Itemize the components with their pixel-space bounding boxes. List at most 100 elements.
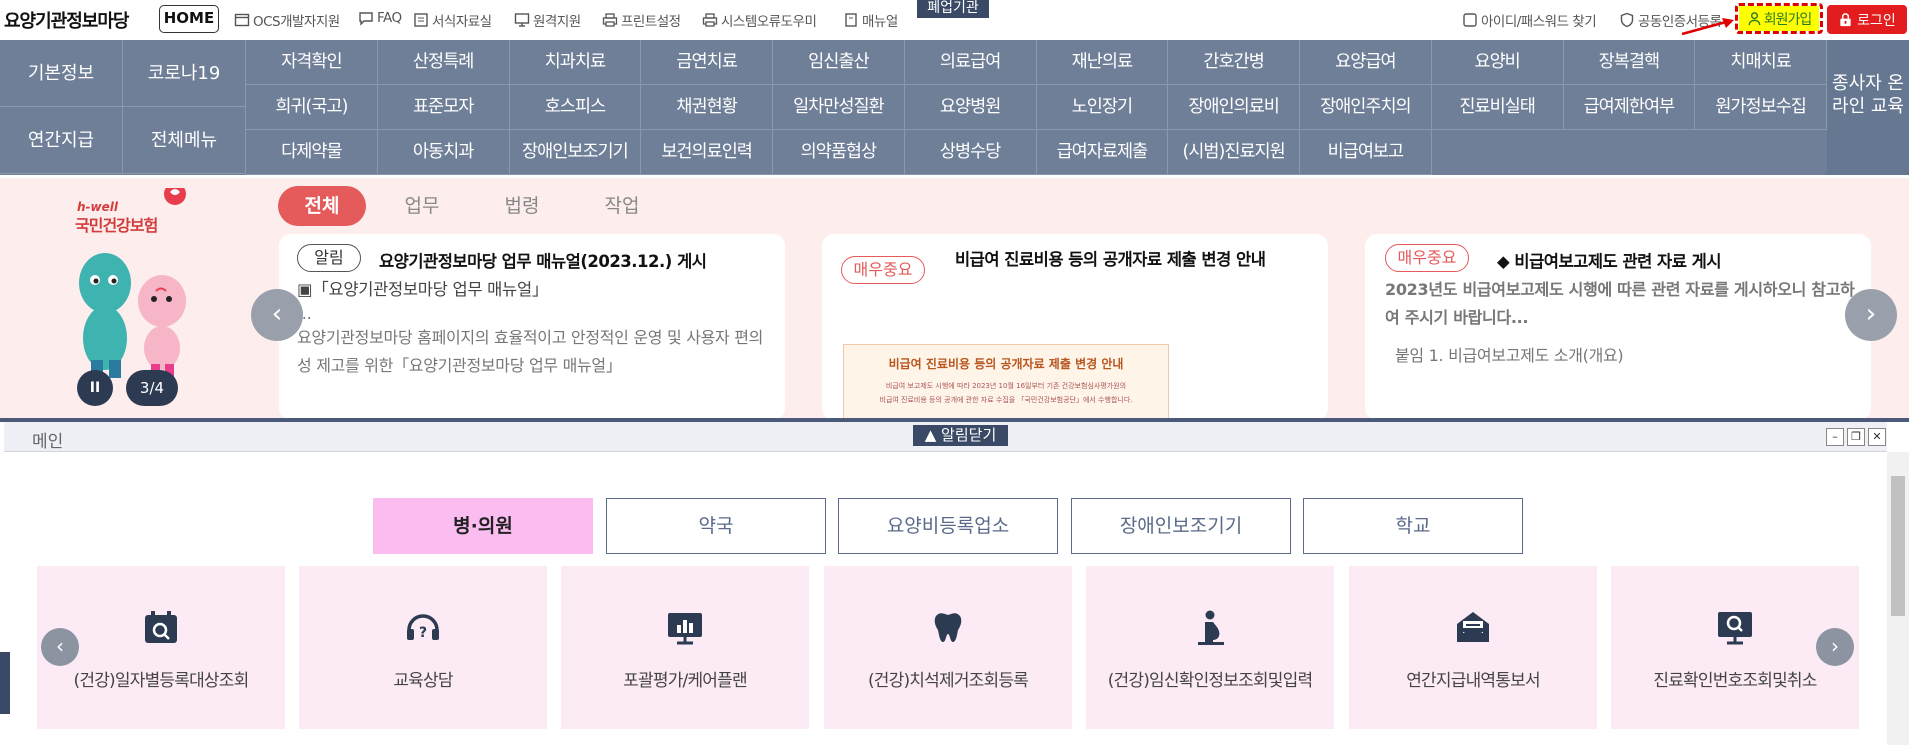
nav-item[interactable]: 표준모자 bbox=[377, 85, 510, 130]
find-id-password-link[interactable]: 아이디/패스워드 찾기 bbox=[1462, 10, 1597, 30]
site-title[interactable]: 요양기관정보마당 bbox=[4, 7, 129, 33]
home-button[interactable]: HOME bbox=[159, 5, 219, 33]
notice-tab-work[interactable]: 업무 bbox=[382, 186, 462, 226]
notice-next-button[interactable]: › bbox=[1845, 289, 1897, 341]
nav-item[interactable]: 장애인의료비 bbox=[1168, 85, 1300, 130]
forms-link[interactable]: 서식자료실 bbox=[413, 10, 492, 30]
top-bar: 요양기관정보마당 HOME OCS개발자지원 FAQ 서식자료실 원격지원 프린… bbox=[0, 0, 1909, 38]
print-settings-link[interactable]: 프린트설정 bbox=[602, 10, 681, 30]
manual-link[interactable]: 매뉴얼 bbox=[843, 10, 898, 30]
notice-prev-button[interactable]: ‹ bbox=[251, 289, 303, 341]
nav-staff-online-education[interactable]: 종사자 온라인 교육 bbox=[1827, 40, 1909, 175]
category-tab-care-registration[interactable]: 요양비등록업소 bbox=[838, 498, 1058, 554]
nav-item[interactable]: 재난의료 bbox=[1036, 40, 1169, 85]
nav-item[interactable]: 간호간병 bbox=[1168, 40, 1300, 85]
nav-item[interactable]: 채권현황 bbox=[641, 85, 773, 130]
mascot-illustration bbox=[79, 188, 186, 380]
faq-link[interactable]: FAQ bbox=[358, 10, 402, 26]
nav-item[interactable]: 금연치료 bbox=[641, 40, 773, 85]
lock-icon bbox=[1840, 13, 1851, 27]
category-tab-assistive-device[interactable]: 장애인보조기기 bbox=[1071, 498, 1291, 554]
nav-item[interactable]: 임신출산 bbox=[773, 40, 905, 85]
remote-support-link[interactable]: 원격지원 bbox=[514, 10, 581, 30]
nav-item[interactable]: 일차만성질환 bbox=[773, 85, 905, 130]
signup-label: 회원가입 bbox=[1763, 11, 1813, 28]
nav-item[interactable]: 의료급여 bbox=[904, 40, 1037, 85]
remote-support-label: 원격지원 bbox=[533, 14, 581, 30]
nav-covid19[interactable]: 코로나19 bbox=[123, 40, 246, 107]
scrollbar-thumb[interactable] bbox=[1891, 476, 1905, 616]
close-notice-button[interactable]: ▲ 알림닫기 bbox=[913, 425, 1008, 446]
nav-item[interactable]: 의약품협상 bbox=[773, 130, 905, 175]
nav-basic-info[interactable]: 기본정보 bbox=[0, 40, 123, 107]
nav-item[interactable]: 치매치료 bbox=[1695, 40, 1827, 85]
notice-tab-task[interactable]: 작업 bbox=[582, 186, 662, 226]
category-tab-pharmacy[interactable]: 약국 bbox=[606, 498, 826, 554]
minimize-icon[interactable]: – bbox=[1826, 428, 1844, 446]
service-card[interactable]: (건강)임신확인정보조회및입력 bbox=[1086, 566, 1334, 729]
checkbox-icon bbox=[1463, 13, 1477, 27]
nav-item[interactable]: 장애인주치의 bbox=[1300, 85, 1432, 130]
person-icon bbox=[1748, 12, 1761, 26]
nav-item[interactable]: 요양급여 bbox=[1300, 40, 1432, 85]
chat-bubble-icon bbox=[359, 12, 373, 26]
error-helper-link[interactable]: 시스템오류도우미 bbox=[702, 10, 817, 30]
nav-item[interactable]: 장복결핵 bbox=[1563, 40, 1696, 85]
nav-all-menu[interactable]: 전체메뉴 bbox=[123, 107, 246, 174]
nav-item[interactable]: 자격확인 bbox=[246, 40, 378, 85]
nav-item[interactable]: 급여제한여부 bbox=[1563, 85, 1696, 130]
restore-icon[interactable]: ❐ bbox=[1847, 428, 1865, 446]
notice-card-attachment: 붙임 1. 비급여보고제도 소개(개요) bbox=[1395, 346, 1624, 365]
nav-item[interactable]: 비급여보고 bbox=[1300, 130, 1432, 175]
notice-badge: 매우중요 bbox=[1385, 244, 1469, 272]
notice-tab-all[interactable]: 전체 bbox=[278, 186, 366, 226]
nav-item[interactable]: (시범)진료지원 bbox=[1168, 130, 1300, 175]
category-tab-clinic[interactable]: 병·의원 bbox=[373, 498, 593, 554]
nav-item[interactable]: 급여자료제출 bbox=[1036, 130, 1169, 175]
service-prev-button[interactable]: ‹ bbox=[41, 628, 79, 666]
notice-card[interactable]: 매우중요 ◆ 비급여보고제도 관련 자료 게시 2023년도 비급여보고제도 시… bbox=[1365, 234, 1871, 418]
service-next-button[interactable]: › bbox=[1816, 628, 1854, 666]
nav-item[interactable]: 희귀(국고) bbox=[246, 85, 378, 130]
side-panel-handle[interactable] bbox=[0, 652, 10, 714]
nav-item[interactable]: 호스피스 bbox=[509, 85, 642, 130]
svg-text:?: ? bbox=[419, 625, 427, 641]
nav-item[interactable]: 상병수당 bbox=[904, 130, 1037, 175]
thumbnail-text: 비급여 진료비용 등의 공개에 관한 자료 수집을 「국민건강보험공단」에서 수… bbox=[879, 396, 1133, 404]
nav-item[interactable]: 요양병원 bbox=[904, 85, 1037, 130]
nav-item[interactable]: 노인장기 bbox=[1036, 85, 1169, 130]
window-title: 메인 bbox=[32, 432, 64, 452]
page-indicator: 3/4 bbox=[126, 370, 178, 406]
notice-card[interactable]: 매우중요 비급여 진료비용 등의 공개자료 제출 변경 안내 비급여 진료비용 … bbox=[822, 234, 1328, 418]
closed-institution-badge[interactable]: 폐업기관 bbox=[917, 0, 989, 18]
nav-item[interactable]: 요양비 bbox=[1431, 40, 1564, 85]
service-card[interactable]: (건강)치석제거조회등록 bbox=[824, 566, 1072, 729]
nav-item[interactable]: 아동치과 bbox=[377, 130, 510, 175]
nav-item[interactable]: 보건의료인력 bbox=[641, 130, 773, 175]
vertical-scrollbar[interactable] bbox=[1887, 452, 1909, 745]
nav-item[interactable]: 원가정보수집 bbox=[1695, 85, 1827, 130]
service-label: (건강)일자별등록대상조회 bbox=[73, 671, 250, 691]
nav-annual-payment[interactable]: 연간지급 bbox=[0, 107, 123, 174]
nav-item[interactable]: 장애인보조기기 bbox=[509, 130, 642, 175]
login-button[interactable]: 로그인 bbox=[1827, 5, 1907, 34]
nav-item[interactable]: 진료비실태 bbox=[1431, 85, 1564, 130]
close-icon[interactable]: ✕ bbox=[1868, 428, 1886, 446]
headset-icon: ? bbox=[407, 614, 439, 641]
service-card[interactable]: ? 교육상담 bbox=[299, 566, 547, 729]
notice-card-title: ◆ 비급여보고제도 관련 자료 게시 bbox=[1497, 252, 1722, 271]
notice-tab-law[interactable]: 법령 bbox=[482, 186, 562, 226]
nav-item[interactable]: 다제약물 bbox=[246, 130, 378, 175]
nav-item[interactable]: 치과치료 bbox=[509, 40, 642, 85]
notice-card[interactable]: 알림 요양기관정보마당 업무 매뉴얼(2023.12.) 게시 ▣「요양기관정보… bbox=[279, 234, 785, 418]
category-tab-school[interactable]: 학교 bbox=[1303, 498, 1523, 554]
ocs-dev-link[interactable]: OCS개발자지원 bbox=[234, 10, 340, 30]
pause-button[interactable]: II bbox=[77, 370, 113, 406]
print-settings-label: 프린트설정 bbox=[621, 14, 681, 30]
nav-item[interactable]: 산정특례 bbox=[377, 40, 510, 85]
nav-staff-online-education-label: 종사자 온라인 교육 bbox=[1832, 73, 1904, 117]
service-card[interactable]: 연간지급내역통보서 bbox=[1349, 566, 1597, 729]
signup-button[interactable]: 회원가입 bbox=[1739, 6, 1819, 31]
service-card[interactable]: 포괄평가/케어플랜 bbox=[561, 566, 809, 729]
nav-left-group: 기본정보 코로나19 연간지급 전체메뉴 bbox=[0, 40, 246, 175]
